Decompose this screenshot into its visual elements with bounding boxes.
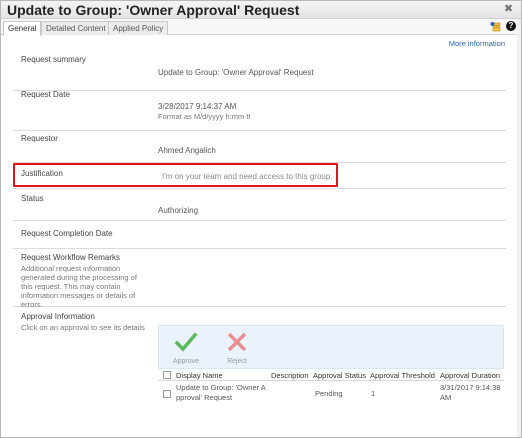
close-icon[interactable]: ✖: [502, 3, 515, 16]
workflow-remarks-label: Request Workflow Remarks: [21, 253, 120, 262]
approval-threshold: 1: [371, 389, 376, 398]
tab-bar: General Detailed Content Applied Policy …: [1, 19, 521, 36]
requestor-row: Requestor Ahmed Angalich: [13, 131, 506, 163]
approval-display-name-line1[interactable]: Update to Group: 'Owner A: [176, 383, 266, 392]
status-label: Status: [21, 194, 44, 203]
request-date-row: Request Date 3/28/2017 9:14:37 AM Format…: [13, 90, 506, 131]
col-approval-status[interactable]: Approval Status: [313, 371, 366, 380]
approve-label: Approve: [172, 358, 200, 365]
status-value: Authorizing: [158, 206, 199, 215]
title-bar: Update to Group: 'Owner Approval' Reques…: [1, 1, 521, 19]
request-dialog: Update to Group: 'Owner Approval' Reques…: [0, 0, 522, 438]
dialog-title: Update to Group: 'Owner Approval' Reques…: [7, 2, 300, 18]
request-date-label: Request Date: [21, 90, 70, 99]
reject-label: Reject: [227, 358, 247, 365]
col-approval-threshold[interactable]: Approval Threshold: [370, 371, 435, 380]
approval-duration-line2: AM: [440, 393, 452, 402]
approval-duration-line1: 3/31/2017 9:14:38: [440, 383, 501, 392]
completion-date-label: Request Completion Date: [21, 229, 113, 238]
approval-grid-header: Display Name Description Approval Status…: [158, 369, 504, 381]
completion-date-row: Request Completion Date: [13, 221, 506, 249]
status-row: Status Authorizing: [13, 189, 506, 221]
reject-button[interactable]: Reject: [222, 330, 252, 365]
select-all-checkbox[interactable]: [163, 371, 171, 379]
workflow-remarks-row: Request Workflow Remarks Additional requ…: [13, 249, 506, 309]
scrollbar-track[interactable]: [517, 19, 521, 437]
approval-status: Pending: [315, 389, 343, 398]
reject-x-icon: [227, 332, 247, 352]
justification-highlight: [13, 163, 338, 187]
request-summary-value: Update to Group: 'Owner Approval' Reques…: [158, 68, 314, 77]
workflow-remarks-description: Additional request information generated…: [21, 264, 137, 309]
request-date-value: 3/28/2017 9:14:37 AM: [158, 102, 237, 111]
tab-applied-policy[interactable]: Applied Policy: [108, 21, 169, 35]
col-approval-duration[interactable]: Approval Duration: [440, 371, 500, 380]
approval-display-name-line2[interactable]: pproval' Request: [176, 393, 232, 402]
tab-general[interactable]: General: [3, 21, 42, 36]
table-row[interactable]: Update to Group: 'Owner A pproval' Reque…: [158, 381, 504, 409]
help-icon[interactable]: ?: [506, 21, 516, 31]
request-summary-label: Request summary: [21, 55, 86, 64]
col-display-name[interactable]: Display Name: [176, 371, 223, 380]
requestor-link[interactable]: Ahmed Angalich: [158, 146, 216, 155]
approve-check-icon: [174, 332, 198, 352]
approval-info-label: Approval Information: [21, 312, 95, 321]
requestor-label: Requestor: [21, 134, 58, 143]
request-summary-row: Request summary Update to Group: 'Owner …: [13, 49, 506, 91]
col-description[interactable]: Description: [271, 371, 309, 380]
more-information-link[interactable]: More information: [449, 39, 505, 48]
tab-detailed-content[interactable]: Detailed Content: [41, 21, 111, 35]
request-date-format: Format as M/d/yyyy h:mm tt: [158, 112, 251, 121]
row-checkbox[interactable]: [163, 390, 171, 398]
approve-button[interactable]: Approve: [171, 330, 201, 365]
approval-action-panel: Approve Reject: [158, 325, 504, 369]
approval-info-description: Click on an approval to see its details: [21, 323, 145, 332]
add-note-icon[interactable]: [490, 21, 501, 32]
